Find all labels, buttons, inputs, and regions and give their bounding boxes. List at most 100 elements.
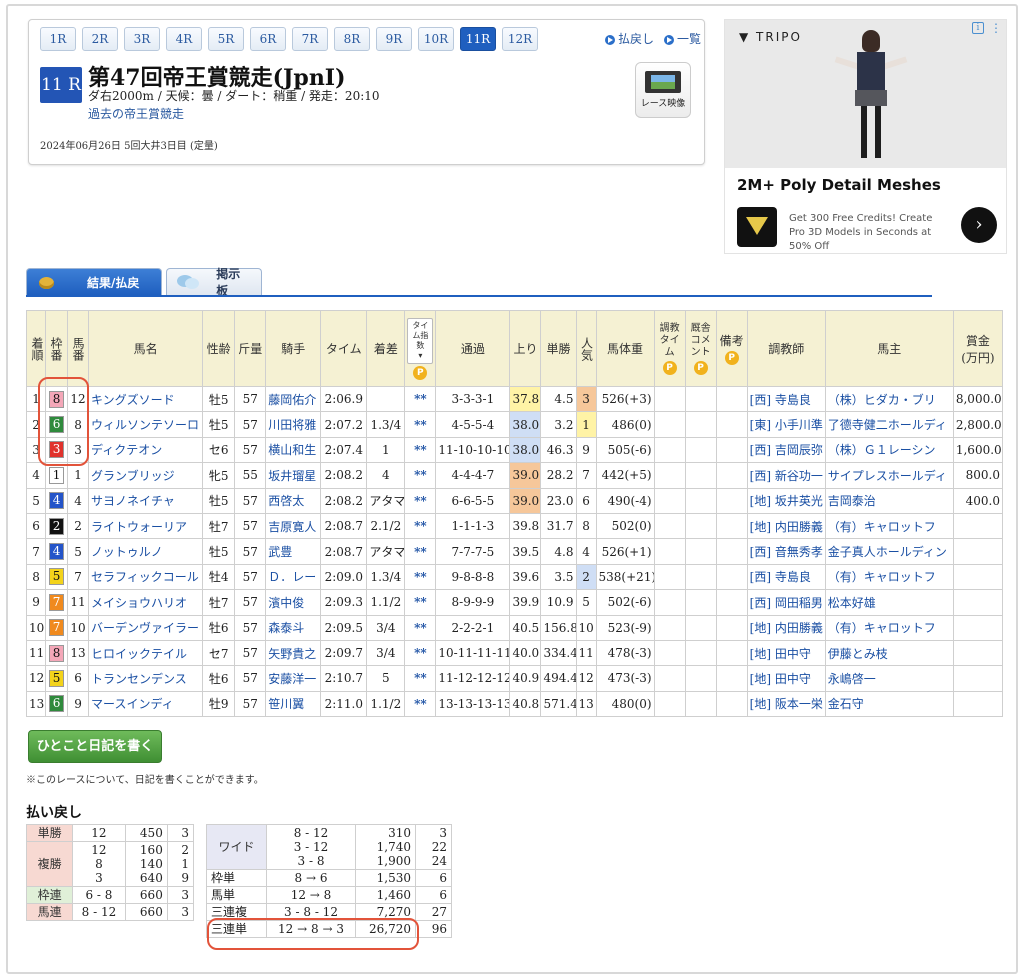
col-time-index[interactable]: タイム指数 ▾ P — [404, 310, 437, 387]
refund-link[interactable]: 払戻し — [605, 30, 654, 47]
owner-link[interactable]: 永嶋啓一 — [824, 665, 954, 692]
owner-link[interactable]: （株）ヒダカ・ブリ — [824, 385, 954, 413]
time-index-cell[interactable]: ** — [404, 665, 437, 692]
owner-link[interactable]: 松本好雄 — [824, 589, 954, 616]
race-video-button[interactable]: レース映像 — [635, 62, 691, 118]
race-tab-1r[interactable]: 1R — [40, 27, 76, 51]
col-sex[interactable]: 性齢 — [202, 310, 236, 387]
time-index-cell[interactable]: ** — [404, 436, 437, 464]
horse-name-link[interactable]: ライトウォーリア — [88, 512, 204, 540]
race-tab-4r[interactable]: 4R — [166, 27, 202, 51]
owner-link[interactable]: 伊藤とみ枝 — [824, 639, 954, 667]
race-tab-2r[interactable]: 2R — [82, 27, 118, 51]
trainer-link[interactable]: [西] 寺島良 — [746, 563, 826, 591]
jockey-link[interactable]: 矢野貴之 — [265, 639, 322, 667]
race-tab-10r[interactable]: 10R — [418, 27, 454, 51]
trainer-link[interactable]: [西] 新谷功一 — [746, 462, 826, 489]
race-tab-7r[interactable]: 7R — [292, 27, 328, 51]
horse-name-link[interactable]: バーデンヴァイラー — [88, 614, 204, 641]
col-last[interactable]: 上り — [509, 310, 542, 387]
time-index-cell[interactable]: ** — [404, 690, 437, 718]
horse-name-link[interactable]: ディクテオン — [88, 436, 204, 464]
col-margin[interactable]: 着差 — [366, 310, 406, 387]
col-body[interactable]: 馬体重 — [595, 310, 655, 387]
col-jockey[interactable]: 騎手 — [265, 310, 322, 387]
jockey-link[interactable]: 武豊 — [265, 538, 322, 565]
ad-menu-icon[interactable]: ⋮ — [990, 21, 1002, 35]
time-index-cell[interactable]: ** — [404, 563, 437, 591]
list-link[interactable]: 一覧 — [664, 30, 701, 47]
trainer-link[interactable]: [西] 吉岡辰弥 — [746, 436, 826, 464]
advertisement[interactable]: ▼ TRIPO i ⋮ 2M+ Poly Detail Meshes Get 3… — [724, 19, 1007, 254]
owner-link[interactable]: 吉岡泰治 — [824, 487, 954, 514]
time-index-cell[interactable]: ** — [404, 512, 437, 540]
horse-name-link[interactable]: メイショウハリオ — [88, 589, 204, 616]
time-index-cell[interactable]: ** — [404, 538, 437, 565]
trainer-link[interactable]: [西] 音無秀孝 — [746, 538, 826, 565]
jockey-link[interactable]: 川田将雅 — [265, 411, 322, 438]
owner-link[interactable]: 金石守 — [824, 690, 954, 718]
trainer-link[interactable]: [地] 内田勝義 — [746, 512, 826, 540]
jockey-link[interactable]: 藤岡佑介 — [265, 385, 322, 413]
trainer-link[interactable]: [地] 内田勝義 — [746, 614, 826, 641]
trainer-link[interactable]: [地] 坂井英光 — [746, 487, 826, 514]
col-pop[interactable]: 人気 — [575, 310, 597, 387]
time-index-cell[interactable]: ** — [404, 462, 437, 489]
col-prize[interactable]: 賞金(万円) — [952, 310, 1004, 387]
tab-board[interactable]: 掲示板 — [166, 267, 262, 298]
race-tab-12r[interactable]: 12R — [502, 27, 538, 51]
time-index-cell[interactable]: ** — [404, 487, 437, 514]
trainer-link[interactable]: [地] 阪本一栄 — [746, 690, 826, 718]
jockey-link[interactable]: 西啓太 — [265, 487, 322, 514]
owner-link[interactable]: （有）キャロットフ — [824, 563, 954, 591]
col-time[interactable]: タイム — [320, 310, 368, 387]
horse-name-link[interactable]: キングズソード — [88, 385, 204, 413]
race-tab-11r[interactable]: 11R — [460, 27, 496, 51]
owner-link[interactable]: （有）キャロットフ — [824, 614, 954, 641]
trainer-link[interactable]: [地] 田中守 — [746, 639, 826, 667]
horse-name-link[interactable]: トランセンデンス — [88, 665, 204, 692]
trainer-link[interactable]: [東] 小手川準 — [746, 411, 826, 438]
jockey-link[interactable]: 吉原寛人 — [265, 512, 322, 540]
horse-name-link[interactable]: ノットゥルノ — [88, 538, 204, 565]
jockey-link[interactable]: 笹川翼 — [265, 690, 322, 718]
owner-link[interactable]: サイプレスホールディ — [824, 462, 954, 489]
trainer-link[interactable]: [西] 岡田稲男 — [746, 589, 826, 616]
col-pass[interactable]: 通過 — [435, 310, 511, 387]
race-tab-6r[interactable]: 6R — [250, 27, 286, 51]
jockey-link[interactable]: Ｄ．レー — [265, 563, 322, 591]
race-tab-9r[interactable]: 9R — [376, 27, 412, 51]
past-races-link[interactable]: 過去の帝王賞競走 — [88, 105, 184, 122]
tab-results[interactable]: 結果/払戻 — [26, 268, 162, 295]
col-weight[interactable]: 斤量 — [234, 310, 267, 387]
jockey-link[interactable]: 森泰斗 — [265, 614, 322, 641]
trainer-link[interactable]: [地] 田中守 — [746, 665, 826, 692]
horse-name-link[interactable]: サヨノネイチャ — [88, 487, 204, 514]
horse-name-link[interactable]: ヒロイックテイル — [88, 639, 204, 667]
jockey-link[interactable]: 濱中俊 — [265, 589, 322, 616]
write-diary-button[interactable]: ひとこと日記を書く — [28, 730, 162, 763]
time-index-cell[interactable]: ** — [404, 614, 437, 641]
horse-name-link[interactable]: マースインディ — [88, 690, 204, 718]
col-name[interactable]: 馬名 — [88, 310, 204, 387]
horse-name-link[interactable]: セラフィックコール — [88, 563, 204, 591]
ad-info-icon[interactable]: i — [972, 22, 984, 34]
owner-link[interactable]: （有）キャロットフ — [824, 512, 954, 540]
owner-link[interactable]: 金子真人ホールディン — [824, 538, 954, 565]
race-tab-8r[interactable]: 8R — [334, 27, 370, 51]
owner-link[interactable]: （株）Ｇ１レーシン — [824, 436, 954, 464]
horse-name-link[interactable]: ウィルソンテソーロ — [88, 411, 204, 438]
race-tab-3r[interactable]: 3R — [124, 27, 160, 51]
time-index-cell[interactable]: ** — [404, 385, 437, 413]
trainer-link[interactable]: [西] 寺島良 — [746, 385, 826, 413]
time-index-cell[interactable]: ** — [404, 639, 437, 667]
col-odds[interactable]: 単勝 — [540, 310, 577, 387]
jockey-link[interactable]: 坂井瑠星 — [265, 462, 322, 489]
jockey-link[interactable]: 安藤洋一 — [265, 665, 322, 692]
ad-arrow-button[interactable]: › — [961, 207, 997, 243]
time-index-cell[interactable]: ** — [404, 411, 437, 438]
time-index-cell[interactable]: ** — [404, 589, 437, 616]
jockey-link[interactable]: 横山和生 — [265, 436, 322, 464]
owner-link[interactable]: 了德寺健二ホールディ — [824, 411, 954, 438]
horse-name-link[interactable]: グランブリッジ — [88, 462, 204, 489]
